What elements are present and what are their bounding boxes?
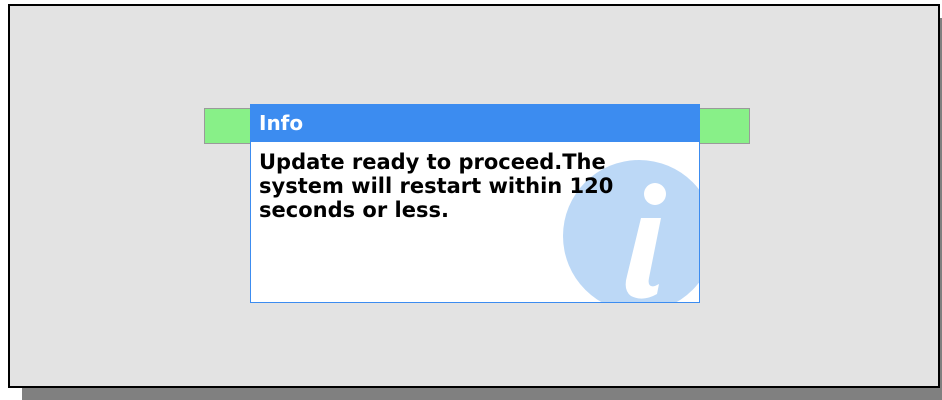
screen-window: Info Update ready to proceed.The system …: [8, 4, 940, 388]
dialog-message: Update ready to proceed.The system will …: [259, 150, 614, 222]
dialog-title: Info: [251, 105, 699, 142]
info-dialog: Info Update ready to proceed.The system …: [250, 104, 700, 303]
dialog-body: Update ready to proceed.The system will …: [251, 142, 699, 302]
